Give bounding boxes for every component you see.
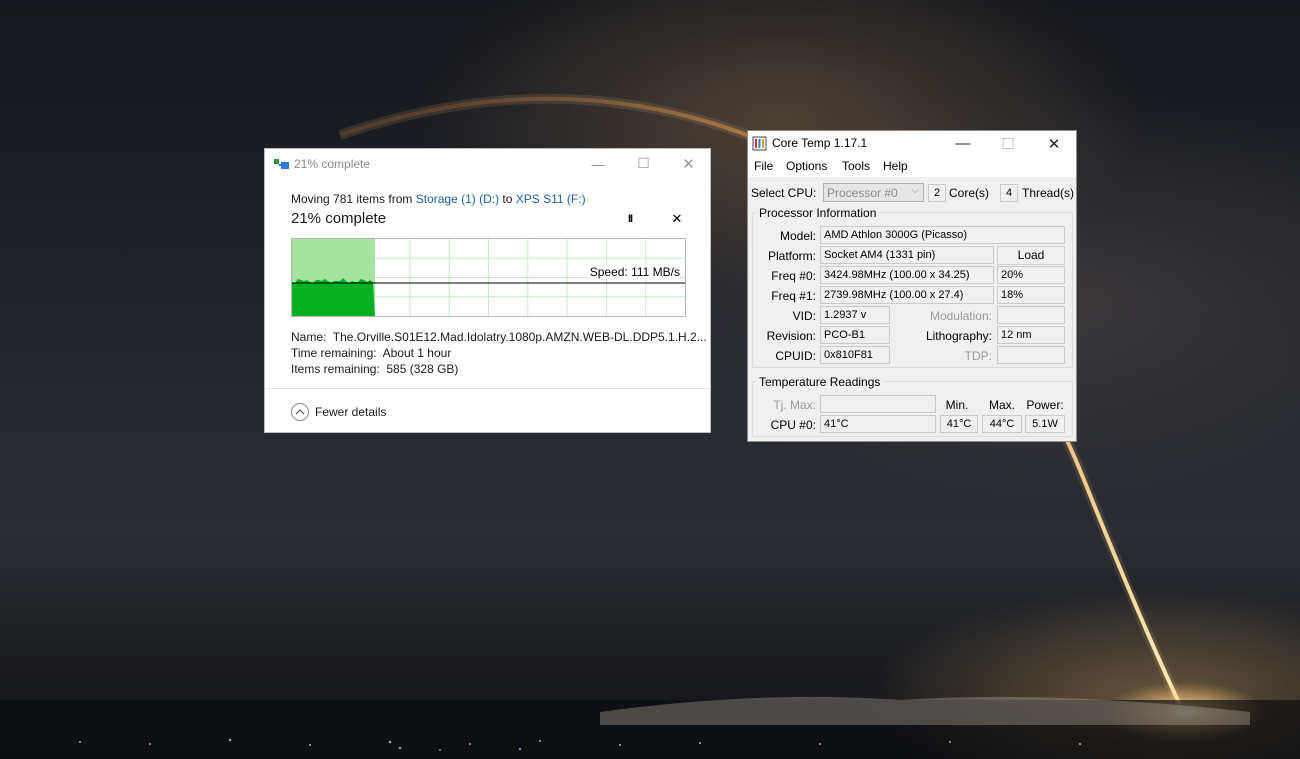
progress-heading: 21% complete bbox=[291, 210, 387, 227]
cpu0-label: CPU #0: bbox=[770, 418, 816, 432]
freq1-label: Freq #1: bbox=[771, 289, 816, 303]
chevron-up-icon[interactable] bbox=[291, 403, 309, 421]
cpu0-min: 41°C bbox=[940, 415, 978, 433]
speed-label: Speed: 111 MB/s bbox=[587, 265, 680, 279]
max-header: Max. bbox=[988, 398, 1015, 412]
name-value: The.Orville.S01E12.Mad.Idolatry.1080p.AM… bbox=[332, 330, 707, 344]
transfer-details: Name: The.Orville.S01E12.Mad.Idolatry.10… bbox=[291, 329, 707, 377]
select-cpu-label: Select CPU: bbox=[751, 186, 817, 200]
lithography-value: 12 nm bbox=[997, 326, 1065, 344]
lithography-label: Lithography: bbox=[925, 329, 992, 343]
dialog-titlebar[interactable]: 21% complete — ☐ ✕ bbox=[265, 149, 710, 178]
coretemp-window: Core Temp 1.17.1 — ☐ ✕ File Options Tool… bbox=[747, 130, 1077, 442]
revision-value: PCO-B1 bbox=[820, 326, 890, 344]
time-value: About 1 hour bbox=[382, 346, 452, 360]
coretemp-menubar: File Options Tools Help bbox=[748, 156, 1076, 177]
freq0-value: 3424.98MHz (100.00 x 34.25) bbox=[820, 266, 994, 284]
maximize-icon[interactable]: ☐ bbox=[621, 149, 666, 178]
cpu0-power: 5.1W bbox=[1025, 415, 1065, 433]
cpu0-temp: 41°C bbox=[820, 415, 936, 433]
modulation-value bbox=[997, 306, 1065, 324]
load-header: Load bbox=[997, 246, 1065, 265]
menu-options[interactable]: Options bbox=[786, 159, 827, 173]
platform-label: Platform: bbox=[767, 249, 816, 263]
freq0-label: Freq #0: bbox=[771, 269, 816, 283]
vid-value: 1.2937 v bbox=[820, 306, 890, 324]
cancel-icon[interactable]: ✕ bbox=[668, 210, 686, 228]
time-row: Time remaining: About 1 hour bbox=[291, 345, 707, 361]
fewer-details-button[interactable]: Fewer details bbox=[315, 405, 386, 419]
cpu-select-value: Processor #0 bbox=[827, 186, 898, 200]
move-summary: Moving 781 items from Storage (1) (D:) t… bbox=[291, 192, 586, 206]
threads-label: Thread(s) bbox=[1022, 186, 1075, 200]
items-row: Items remaining: 585 (328 GB) bbox=[291, 361, 707, 377]
freq1-value: 2739.98MHz (100.00 x 27.4) bbox=[820, 286, 994, 304]
tdp-label: TDP: bbox=[964, 349, 992, 363]
coretemp-titlebar[interactable]: Core Temp 1.17.1 — ☐ ✕ bbox=[748, 131, 1076, 156]
close-icon[interactable]: ✕ bbox=[1031, 131, 1077, 156]
freq0-load: 20% bbox=[997, 266, 1065, 284]
coretemp-app-icon bbox=[752, 136, 767, 151]
menu-file[interactable]: File bbox=[754, 159, 773, 173]
file-move-dialog: 21% complete — ☐ ✕ Moving 781 items from… bbox=[264, 148, 711, 433]
min-header: Min. bbox=[945, 398, 969, 412]
processor-info-title: Processor Information bbox=[756, 206, 880, 220]
minimize-icon[interactable]: — bbox=[576, 149, 621, 178]
items-value: 585 (328 GB) bbox=[386, 362, 459, 376]
cpu-select[interactable]: Processor #0 ⌵ bbox=[823, 183, 924, 202]
name-row: Name: The.Orville.S01E12.Mad.Idolatry.10… bbox=[291, 329, 707, 345]
transfer-speed-graph: Speed: 111 MB/s bbox=[291, 238, 686, 317]
model-value: AMD Athlon 3000G (Picasso) bbox=[820, 226, 1065, 244]
platform-value: Socket AM4 (1331 pin) bbox=[820, 246, 994, 264]
tjmax-value bbox=[820, 395, 936, 413]
move-prefix: Moving 781 items from bbox=[291, 192, 416, 206]
cores-count: 2 bbox=[928, 184, 946, 202]
close-icon[interactable]: ✕ bbox=[666, 149, 711, 178]
items-label: Items remaining: bbox=[291, 362, 380, 376]
cores-label: Core(s) bbox=[949, 186, 990, 200]
pause-icon[interactable]: II bbox=[621, 210, 639, 228]
dialog-footer: Fewer details bbox=[265, 388, 710, 432]
destination-link[interactable]: XPS S11 (F:) bbox=[516, 192, 586, 206]
freq1-load: 18% bbox=[997, 286, 1065, 304]
vid-label: VID: bbox=[792, 309, 816, 323]
cpuid-label: CPUID: bbox=[775, 349, 816, 363]
time-label: Time remaining: bbox=[291, 346, 377, 360]
tdp-value bbox=[997, 346, 1065, 364]
name-label: Name: bbox=[291, 330, 327, 344]
revision-label: Revision: bbox=[766, 329, 816, 343]
source-link[interactable]: Storage (1) (D:) bbox=[416, 192, 499, 206]
temperature-title: Temperature Readings bbox=[756, 375, 884, 389]
cpuid-value: 0x810F81 bbox=[820, 346, 890, 364]
model-label: Model: bbox=[779, 229, 816, 243]
minimize-icon[interactable]: — bbox=[940, 131, 986, 156]
maximize-icon[interactable]: ☐ bbox=[985, 131, 1031, 156]
modulation-label: Modulation: bbox=[929, 309, 992, 323]
power-header: Power: bbox=[1026, 398, 1064, 412]
speed-area bbox=[292, 278, 375, 316]
to-word: to bbox=[499, 192, 516, 206]
tjmax-label: Tj. Max: bbox=[773, 398, 816, 412]
chevron-down-icon: ⌵ bbox=[911, 185, 919, 196]
menu-tools[interactable]: Tools bbox=[842, 159, 870, 173]
cpu0-max: 44°C bbox=[982, 415, 1022, 433]
threads-count: 4 bbox=[1000, 184, 1018, 202]
coretemp-title: Core Temp 1.17.1 bbox=[772, 136, 868, 150]
menu-help[interactable]: Help bbox=[883, 159, 908, 173]
copy-icon bbox=[274, 159, 289, 169]
dialog-title: 21% complete bbox=[294, 157, 371, 171]
